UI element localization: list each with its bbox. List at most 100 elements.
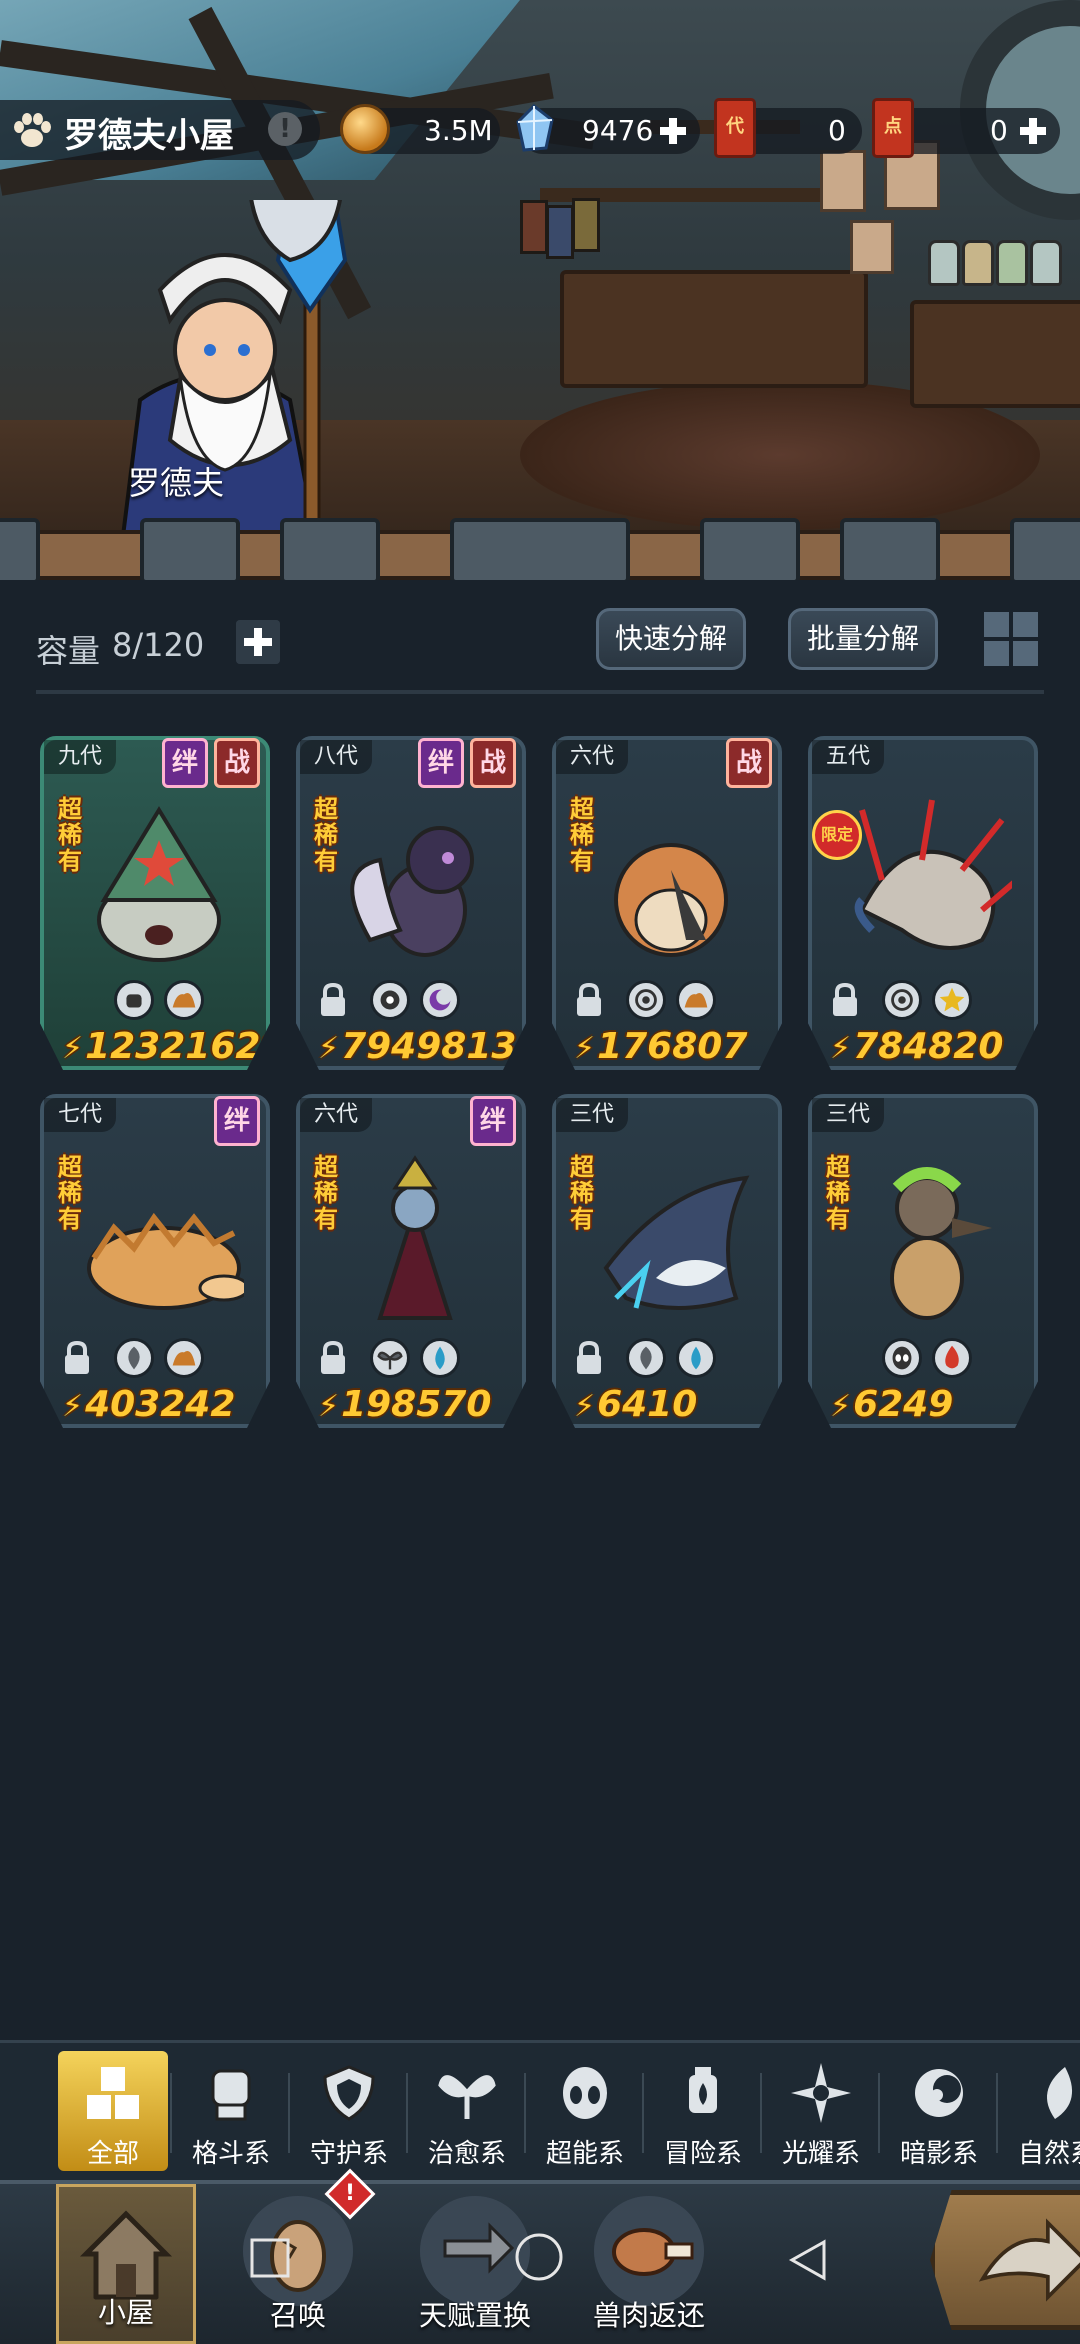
rarity-label: 超稀有: [570, 1153, 594, 1233]
earth-element-icon: [164, 980, 204, 1020]
meat-icon: [594, 2196, 704, 2306]
system-back-button[interactable]: [786, 2238, 830, 2282]
nav-summon[interactable]: 召唤 !: [228, 2168, 376, 2344]
expand-capacity-button[interactable]: [236, 620, 280, 664]
pet-portrait: [87, 1212, 244, 1310]
category-tab[interactable]: 全部: [58, 2051, 168, 2171]
nav-meat-return[interactable]: 兽肉返还: [574, 2184, 724, 2344]
pet-card[interactable]: 三代 超稀有 ⚡6410: [552, 1094, 782, 1428]
category-tab[interactable]: 暗影系: [884, 2051, 994, 2171]
nav-summon-label: 召唤: [269, 2299, 326, 2332]
power-value: ⚡6410: [574, 1384, 698, 1425]
battle-tag: 战: [470, 738, 516, 788]
npc-name-label: 罗德夫: [128, 464, 225, 502]
system-home-button[interactable]: [514, 2232, 564, 2282]
pet-card[interactable]: 七代 超稀有 绊 ⚡403242: [40, 1094, 270, 1428]
gold-value: 3.5M: [424, 114, 493, 147]
category-separator: [760, 2073, 762, 2153]
lock-icon[interactable]: [574, 982, 604, 1018]
house-name: 罗德夫小屋: [64, 116, 234, 156]
power-value: ⚡176807: [574, 1026, 748, 1067]
leaf-icon: [1047, 2067, 1073, 2119]
pet-card[interactable]: 六代 超稀有 绊 ⚡198570: [296, 1094, 526, 1428]
grid-view-icon[interactable]: [982, 610, 1040, 668]
nav-talent-label: 天赋置换: [418, 2299, 531, 2332]
category-label: 冒险系: [663, 2139, 742, 2169]
lock-icon[interactable]: [830, 982, 860, 1018]
category-filter-bar: 全部 格斗系 守护系 治愈系 超能系 冒险系 光耀系 暗影系 自然系: [0, 2040, 1080, 2181]
pet-portrait: [890, 1167, 992, 1320]
house-title: 罗德夫小屋 !: [0, 100, 320, 160]
system-recents-button[interactable]: [250, 2238, 290, 2278]
pet-portrait: [614, 843, 728, 957]
rarity-label: 超稀有: [826, 1153, 850, 1233]
generation-label: 五代: [812, 740, 885, 774]
category-separator: [288, 2073, 290, 2153]
batch-decompose-button[interactable]: 批量分解: [788, 608, 938, 670]
category-separator: [406, 2073, 408, 2153]
category-tab[interactable]: 冒险系: [648, 2051, 758, 2171]
leaf-element-icon: [114, 1338, 154, 1378]
dark-element-icon: [420, 980, 460, 1020]
water-element-icon: [420, 1338, 460, 1378]
lock-icon[interactable]: [318, 982, 348, 1018]
side-table: [910, 300, 1080, 408]
star-icon: [791, 2063, 851, 2123]
go-arrow-button[interactable]: [930, 2190, 1080, 2330]
generation-label: 六代: [556, 740, 629, 774]
paw-icon: [14, 113, 51, 147]
category-tab[interactable]: 超能系: [530, 2051, 640, 2171]
ticket-b-icon: 点: [872, 98, 914, 158]
category-separator: [878, 2073, 880, 2153]
ticket-a-counter: 代 0: [714, 98, 862, 158]
lock-icon[interactable]: [318, 1340, 348, 1376]
divider: [36, 690, 1044, 694]
pet-card[interactable]: 九代 超稀有战绊 ⚡12321629: [40, 736, 270, 1070]
info-icon[interactable]: !: [268, 112, 302, 146]
resource-bar: 罗德夫小屋 ! 3.5M 9476 代 0 点 0: [0, 98, 1080, 162]
category-tab[interactable]: 光耀系: [766, 2051, 876, 2171]
category-tab[interactable]: 守护系: [294, 2051, 404, 2171]
lock-icon[interactable]: [574, 1340, 604, 1376]
category-tab[interactable]: 治愈系: [412, 2051, 522, 2171]
rarity-label: 超稀有: [314, 1153, 338, 1233]
alien-element-icon: [882, 1338, 922, 1378]
pet-portrait: [377, 1155, 453, 1320]
ticket-b-counter: 点 0: [872, 98, 1060, 158]
fire-element-icon: [932, 1338, 972, 1378]
crystal-icon: [516, 104, 554, 152]
attic-scene: 罗德夫: [0, 0, 1080, 580]
generation-label: 八代: [300, 740, 373, 774]
power-value: ⚡7949813: [318, 1026, 517, 1067]
power-value: ⚡784820: [830, 1026, 1004, 1067]
category-label: 治愈系: [427, 2139, 506, 2169]
blocks-icon: [87, 2067, 139, 2119]
category-tab[interactable]: 格斗系: [176, 2051, 286, 2171]
leaf-element-icon: [626, 1338, 666, 1378]
nav-home[interactable]: 小屋: [56, 2184, 196, 2344]
ticket-b-value: 0: [990, 114, 1008, 147]
power-value: ⚡12321629: [62, 1026, 286, 1067]
lock-icon[interactable]: [62, 1340, 92, 1376]
wizard-npc[interactable]: [60, 200, 440, 560]
add-crystal-button[interactable]: [658, 116, 688, 146]
category-label: 超能系: [545, 2139, 624, 2169]
fist-element-icon: [114, 980, 154, 1020]
battle-tag: 战: [214, 738, 260, 788]
bond-tag: 绊: [470, 1096, 516, 1146]
generation-label: 三代: [812, 1098, 885, 1132]
power-value: ⚡403242: [62, 1384, 236, 1425]
desk: [560, 270, 868, 388]
pet-card[interactable]: 八代 超稀有 战绊 ⚡7949813: [296, 736, 526, 1070]
pet-card[interactable]: 六代 超稀有 战 ⚡176807: [552, 736, 782, 1070]
category-tab[interactable]: 自然系: [1002, 2051, 1080, 2171]
quick-decompose-button[interactable]: 快速分解: [596, 608, 746, 670]
category-separator: [524, 2073, 526, 2153]
guard-element-icon: [882, 980, 922, 1020]
bond-tag: 绊: [418, 738, 464, 788]
pet-card[interactable]: 五代限定 ⚡784820: [808, 736, 1038, 1070]
generation-label: 七代: [44, 1098, 117, 1132]
add-ticket-button[interactable]: [1018, 116, 1048, 146]
pet-card[interactable]: 三代 超稀有 ⚡6249: [808, 1094, 1038, 1428]
limited-badge: 限定: [812, 810, 862, 860]
